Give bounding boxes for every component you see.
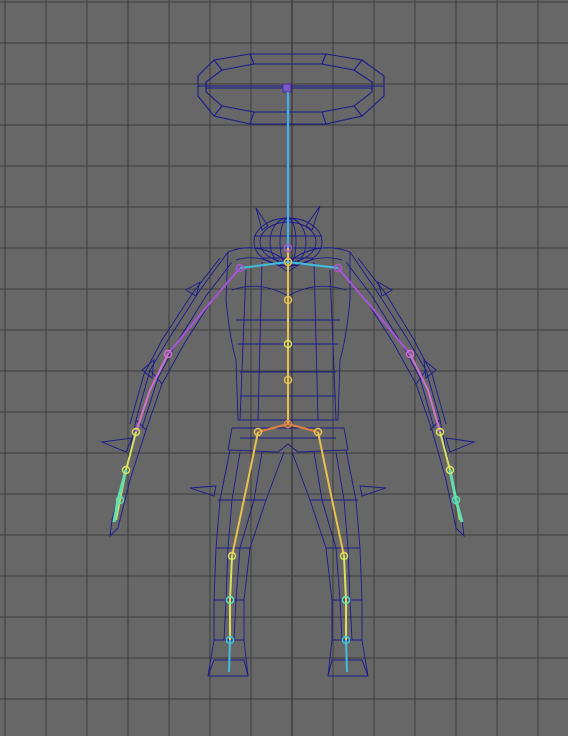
bone-foot-right[interactable] xyxy=(345,639,348,673)
skeleton-rig[interactable] xyxy=(112,92,464,673)
bone-shin-right[interactable] xyxy=(343,555,347,640)
horn-right xyxy=(305,205,321,231)
right-leg-mesh xyxy=(291,449,387,677)
left-leg-mesh xyxy=(189,449,285,677)
viewport-canvas[interactable] xyxy=(0,0,568,736)
pelvis-mesh xyxy=(227,427,349,453)
3d-viewport[interactable] xyxy=(0,0,568,736)
bone-hand-left[interactable] xyxy=(115,431,137,521)
viewport-grid xyxy=(0,0,568,736)
bone-forearm-left[interactable] xyxy=(135,353,169,433)
bone-shin-left[interactable] xyxy=(229,555,233,640)
right-wrist-spike xyxy=(445,437,476,453)
bone-upperarm-left[interactable] xyxy=(167,267,241,355)
head-control-ring[interactable] xyxy=(197,53,385,125)
bone-foot-left[interactable] xyxy=(228,639,231,673)
